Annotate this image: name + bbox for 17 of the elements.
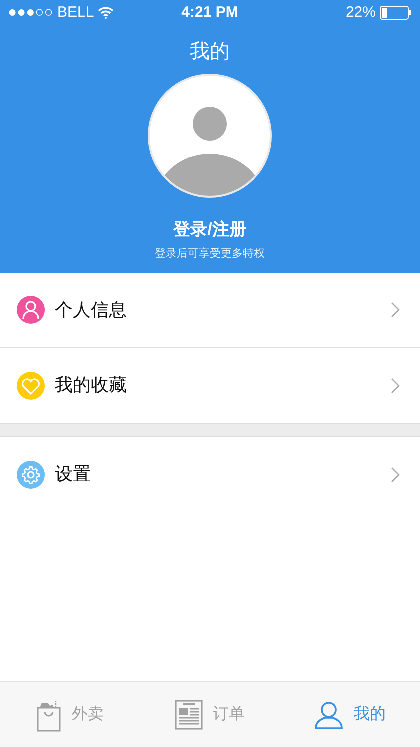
chevron-right-icon (391, 378, 400, 394)
clock-time: 4:21 PM (182, 2, 238, 23)
wifi-icon (98, 7, 114, 19)
newspaper-icon (175, 700, 203, 730)
chevron-right-icon (391, 466, 400, 482)
tab-bar-item[interactable]: 外卖 (0, 682, 140, 747)
avatar-icon[interactable] (148, 74, 272, 198)
battery-percentage: 22% (346, 2, 376, 23)
page-title: 我的 (190, 40, 230, 65)
carrier-name: ●●●○○ BELL (8, 2, 94, 23)
battery-icon (380, 6, 412, 20)
person-icon (314, 700, 344, 730)
login-hint: 登录后可享受更多特权 (155, 246, 265, 262)
login-register-link[interactable]: 登录/注册 (174, 218, 246, 242)
tab-bar-item[interactable]: 订单 (140, 682, 280, 747)
chevron-right-icon (391, 302, 400, 318)
tab-bar-item[interactable]: 我的 (280, 682, 420, 747)
